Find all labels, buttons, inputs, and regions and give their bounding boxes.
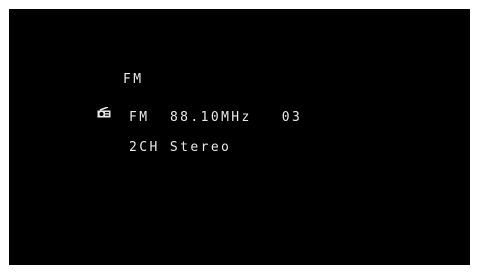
radio-icon [97, 75, 111, 117]
audio-mode-label: 2CH Stereo [129, 140, 232, 155]
source-label: FM [123, 72, 144, 87]
band-label: FM [129, 110, 150, 125]
frequency-row: FM 88.10MHz 03 [129, 110, 302, 126]
preset-number: 03 [281, 110, 303, 125]
audio-mode-row: 2CH Stereo [129, 140, 231, 156]
source-row: FM [97, 72, 144, 117]
frequency-value: 88.10MHz [169, 110, 252, 125]
osd-screen: FM FM 88.10MHz 03 2CH Stereo [9, 9, 470, 265]
